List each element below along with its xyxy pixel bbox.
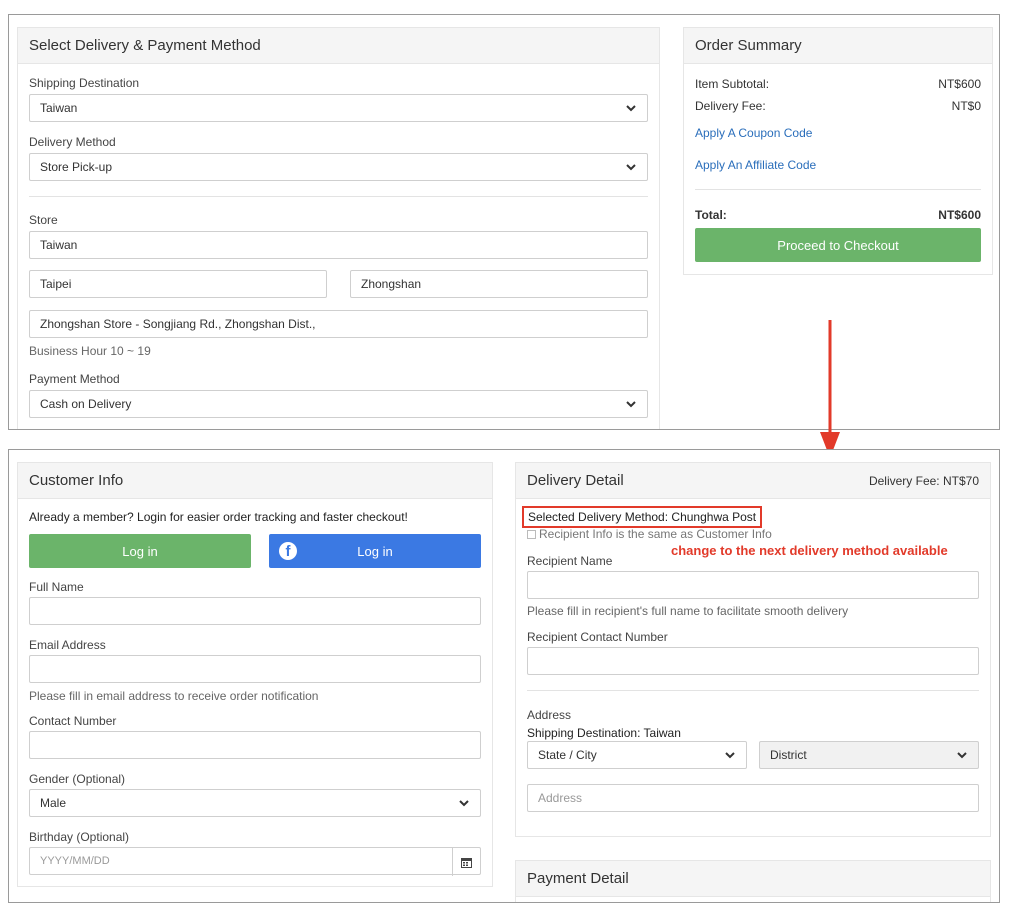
delivery-fee-label: Delivery Fee: (695, 99, 766, 113)
business-hour-text: Business Hour 10 ~ 19 (29, 344, 151, 358)
store-name-field[interactable]: Zhongshan Store - Songjiang Rd., Zhongsh… (29, 310, 648, 338)
chevron-down-icon (725, 752, 735, 759)
panel-title: Order Summary (695, 37, 802, 54)
item-subtotal-row: Item Subtotal: NT$600 (695, 77, 981, 91)
same-as-customer-label: Recipient Info is the same as Customer I… (539, 527, 772, 541)
bottom-screenshot-frame: Customer Info Already a member? Login fo… (8, 449, 1000, 903)
state-city-select[interactable]: State / City (527, 741, 747, 769)
member-prompt: Already a member? Login for easier order… (29, 510, 408, 524)
shipping-destination-value: Taiwan (40, 101, 78, 115)
store-country-field[interactable]: Taiwan (29, 231, 648, 259)
birthday-input[interactable]: YYYY/MM/DD (29, 847, 481, 876)
total-row: Total: NT$600 (695, 208, 981, 222)
proceed-to-checkout-button[interactable]: Proceed to Checkout (695, 228, 981, 262)
login-button[interactable]: Log in (29, 534, 251, 568)
apply-affiliate-link[interactable]: Apply An Affiliate Code (695, 158, 816, 172)
delivery-detail-header: Delivery Detail Delivery Fee: NT$70 (516, 463, 990, 499)
delivery-method-value: Store Pick-up (40, 160, 113, 174)
email-input[interactable] (29, 655, 481, 683)
recipient-name-label: Recipient Name (527, 554, 613, 568)
email-hint: Please fill in email address to receive … (29, 689, 319, 703)
shipping-destination-label: Shipping Destination (29, 76, 140, 90)
contact-number-label: Contact Number (29, 714, 117, 728)
item-subtotal-label: Item Subtotal: (695, 77, 770, 91)
customer-info-panel: Customer Info Already a member? Login fo… (17, 462, 493, 887)
panel-title: Payment Detail (527, 870, 629, 887)
payment-method-select[interactable]: Cash on Delivery (29, 390, 648, 418)
chevron-down-icon (626, 105, 636, 112)
address-label: Address (527, 708, 572, 722)
full-name-input[interactable] (29, 597, 481, 625)
payment-method-label: Payment Method (29, 372, 120, 386)
district-select[interactable]: District (759, 741, 979, 769)
chevron-down-icon (626, 401, 636, 408)
store-label: Store (29, 213, 58, 227)
birthday-placeholder: YYYY/MM/DD (40, 855, 110, 867)
top-screenshot-frame: Select Delivery & Payment Method Shippin… (8, 14, 1000, 430)
state-city-value: State / City (538, 748, 597, 762)
selected-delivery-method: Selected Delivery Method: Chunghwa Post (528, 510, 757, 524)
chevron-down-icon (626, 164, 636, 171)
gender-label: Gender (Optional) (29, 772, 126, 786)
order-summary-header: Order Summary (684, 28, 992, 64)
delivery-detail-panel: Delivery Detail Delivery Fee: NT$70 Sele… (515, 462, 991, 837)
address-placeholder: Address (538, 791, 583, 805)
panel-title: Delivery Detail (527, 472, 624, 489)
section-divider (29, 196, 648, 197)
address-input[interactable]: Address (527, 784, 979, 812)
district-value: District (770, 748, 807, 762)
summary-divider (695, 189, 981, 190)
store-city-field[interactable]: Taipei (29, 270, 327, 298)
full-name-label: Full Name (29, 580, 84, 594)
address-divider (527, 690, 979, 691)
store-district-value: Zhongshan (361, 277, 422, 291)
total-label: Total: (695, 208, 727, 222)
shipping-destination-text: Shipping Destination: Taiwan (527, 726, 681, 740)
panel-title: Customer Info (29, 472, 124, 489)
arrow-down-icon (820, 320, 840, 458)
delivery-fee-value: NT$0 (951, 99, 981, 113)
order-summary-panel: Order Summary Item Subtotal: NT$600 Deli… (683, 27, 993, 275)
store-name-value: Zhongshan Store - Songjiang Rd., Zhongsh… (40, 317, 316, 331)
chevron-down-icon (957, 752, 967, 759)
facebook-login-button[interactable]: f Log in (269, 534, 481, 568)
delivery-fee-row: Delivery Fee: NT$0 (695, 99, 981, 113)
delivery-payment-header: Select Delivery & Payment Method (18, 28, 659, 64)
store-country-value: Taiwan (40, 238, 78, 252)
delivery-method-label: Delivery Method (29, 135, 116, 149)
gender-select[interactable]: Male (29, 789, 481, 817)
store-district-field[interactable]: Zhongshan (350, 270, 648, 298)
recipient-name-input[interactable] (527, 571, 979, 599)
customer-info-header: Customer Info (18, 463, 492, 499)
recipient-name-hint: Please fill in recipient's full name to … (527, 604, 849, 618)
panel-title: Select Delivery & Payment Method (29, 37, 261, 54)
total-value: NT$600 (938, 208, 981, 222)
birthday-label: Birthday (Optional) (29, 830, 130, 844)
facebook-icon: f (279, 542, 297, 560)
contact-number-input[interactable] (29, 731, 481, 759)
recipient-contact-label: Recipient Contact Number (527, 630, 668, 644)
apply-coupon-link[interactable]: Apply A Coupon Code (695, 126, 812, 140)
store-city-value: Taipei (40, 277, 72, 291)
payment-method-value: Cash on Delivery (40, 397, 132, 411)
item-subtotal-value: NT$600 (938, 77, 981, 91)
recipient-contact-input[interactable] (527, 647, 979, 675)
annotation-text: change to the next delivery method avail… (671, 543, 948, 558)
selected-delivery-method-highlight: Selected Delivery Method: Chunghwa Post (522, 506, 763, 528)
delivery-fee-text: Delivery Fee: NT$70 (868, 473, 979, 488)
delivery-payment-panel: Select Delivery & Payment Method Shippin… (17, 27, 660, 429)
email-label: Email Address (29, 638, 106, 652)
calendar-button[interactable] (452, 848, 480, 876)
payment-detail-header: Payment Detail (516, 861, 990, 897)
payment-detail-panel: Payment Detail (515, 860, 991, 902)
shipping-destination-select[interactable]: Taiwan (29, 94, 648, 122)
same-as-customer-checkbox[interactable] (527, 530, 536, 539)
chevron-down-icon (459, 800, 469, 807)
gender-value: Male (40, 796, 67, 810)
calendar-icon (461, 857, 472, 868)
facebook-login-label: Log in (357, 543, 393, 559)
delivery-method-select[interactable]: Store Pick-up (29, 153, 648, 181)
